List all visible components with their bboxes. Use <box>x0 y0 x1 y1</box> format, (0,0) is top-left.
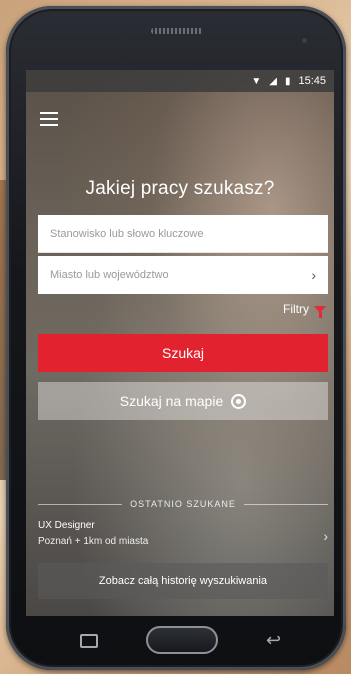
divider <box>243 503 328 505</box>
wifi-icon: ▼ <box>251 75 262 87</box>
location-input[interactable] <box>50 256 328 294</box>
battery-icon: ▮ <box>284 75 291 87</box>
hamburger-icon[interactable] <box>40 112 58 126</box>
location-pin-icon <box>231 393 247 409</box>
history-button[interactable]: Zobacz całą historię wyszukiwania <box>38 563 328 599</box>
search-button[interactable]: Szukaj <box>38 334 328 372</box>
map-search-label: Szukaj na mapie <box>119 393 224 409</box>
recent-apps-key[interactable] <box>80 634 98 648</box>
front-sensor <box>302 38 307 43</box>
filters-label: Filtry <box>283 302 309 316</box>
position-input[interactable] <box>50 215 328 252</box>
app-screen: ▼ ◢ ▮ 15:45 Jakiej pracy szukasz? › Filt… <box>26 70 334 616</box>
status-bar: ▼ ◢ ▮ 15:45 <box>26 70 334 92</box>
recent-section-header: OSTATNIO SZUKANE <box>38 498 328 510</box>
recent-search-item[interactable]: UX Designer Poznań + 1km od miasta › <box>38 520 328 556</box>
earpiece-speaker <box>151 28 203 34</box>
recent-item-title: UX Designer <box>38 520 95 531</box>
divider <box>38 503 123 505</box>
phone-frame: ▼ ◢ ▮ 15:45 Jakiej pracy szukasz? › Filt… <box>6 6 346 670</box>
status-time: 15:45 <box>298 75 326 87</box>
chevron-right-icon: › <box>311 267 316 283</box>
back-key-icon[interactable]: ↩ <box>266 630 281 651</box>
signal-icon: ◢ <box>269 75 277 87</box>
chevron-right-icon: › <box>323 528 328 544</box>
position-field[interactable] <box>38 215 328 253</box>
location-field[interactable]: › <box>38 256 328 294</box>
filters-button[interactable]: Filtry <box>283 302 326 318</box>
funnel-icon <box>314 305 326 318</box>
recent-section-label: OSTATNIO SZUKANE <box>130 499 236 509</box>
page-title: Jakiej pracy szukasz? <box>85 178 275 199</box>
recent-item-subtitle: Poznań + 1km od miasta <box>38 536 149 547</box>
home-button[interactable] <box>146 626 218 654</box>
map-search-button[interactable]: Szukaj na mapie <box>38 382 328 420</box>
